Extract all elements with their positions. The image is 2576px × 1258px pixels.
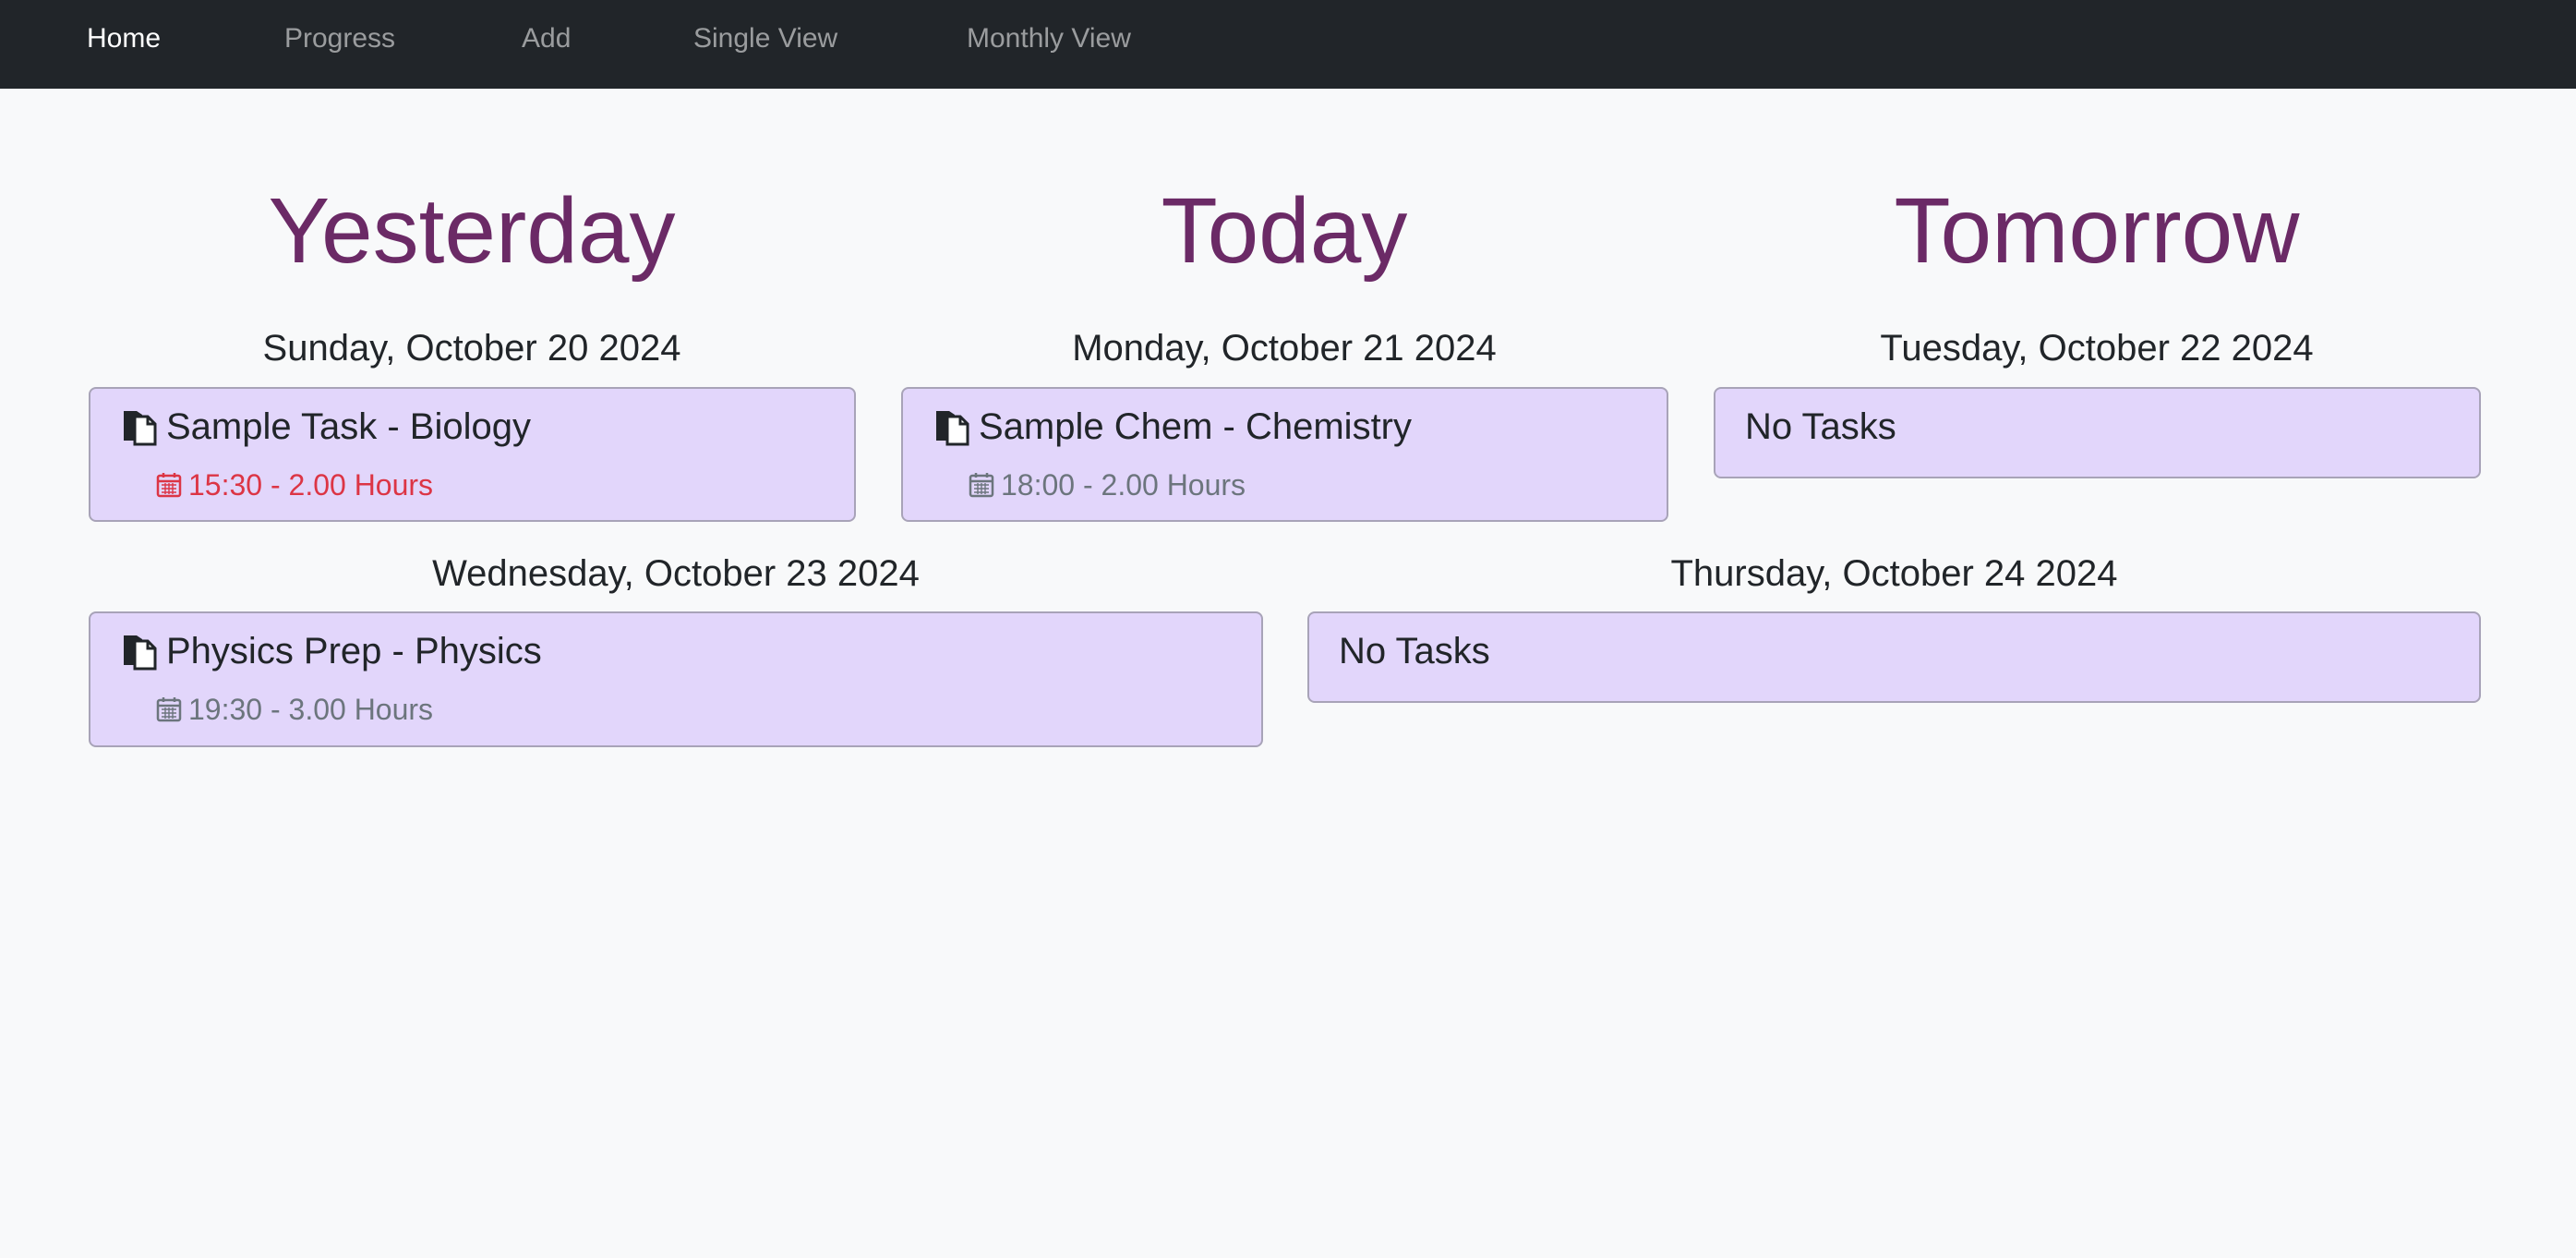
book-icon — [936, 411, 969, 446]
task-time: 15:30 - 2.00 Hours — [155, 466, 433, 503]
nav-add-link[interactable]: Add — [522, 20, 571, 57]
task-card[interactable]: Sample Task - Biology 15:30 - 2.00 Hours — [89, 387, 856, 522]
task-title: Physics Prep - Physics — [120, 628, 542, 674]
task-name: Physics Prep - Physics — [166, 631, 542, 671]
date-title-thursday: Thursday, October 24 2024 — [1670, 553, 2118, 594]
calendar-icon — [156, 473, 182, 498]
nav-progress-link[interactable]: Progress — [284, 20, 395, 57]
today-heading: Today — [1161, 179, 1408, 283]
task-time-text: 15:30 - 2.00 Hours — [188, 468, 434, 502]
task-name: Sample Task - Biology — [166, 406, 531, 447]
task-name: Sample Chem - Chemistry — [979, 406, 1413, 447]
task-time: 18:00 - 2.00 Hours — [968, 466, 1246, 503]
task-time-text: 18:00 - 2.00 Hours — [1001, 468, 1246, 502]
date-title-monday: Monday, October 21 2024 — [1072, 328, 1497, 369]
nav-monthly-view-link[interactable]: Monthly View — [967, 20, 1131, 57]
book-icon — [124, 411, 157, 446]
task-card[interactable]: Physics Prep - Physics 19:30 - 3.00 Hour… — [89, 611, 1263, 747]
calendar-icon — [969, 473, 994, 498]
empty-day-card: No Tasks — [1714, 387, 2481, 478]
task-title: Sample Chem - Chemistry — [933, 404, 1412, 450]
task-time: 19:30 - 3.00 Hours — [155, 691, 433, 728]
nav-home-link[interactable]: Home — [87, 20, 161, 57]
task-time-text: 19:30 - 3.00 Hours — [188, 693, 434, 726]
date-title-tuesday: Tuesday, October 22 2024 — [1880, 328, 2314, 369]
calendar-icon — [156, 697, 182, 722]
empty-day-card: No Tasks — [1307, 611, 2481, 703]
task-card[interactable]: Sample Chem - Chemistry 18:00 - 2.00 Hou… — [901, 387, 1668, 522]
yesterday-heading: Yesterday — [268, 179, 676, 283]
book-icon — [124, 635, 157, 671]
nav-single-view-link[interactable]: Single View — [693, 20, 837, 57]
tomorrow-heading: Tomorrow — [1894, 179, 2300, 283]
top-navbar: Home Progress Add Single View Monthly Vi… — [0, 0, 2576, 89]
no-tasks-text: No Tasks — [1339, 631, 1490, 671]
date-title-wednesday: Wednesday, October 23 2024 — [432, 553, 920, 594]
no-tasks-text: No Tasks — [1745, 406, 1896, 447]
date-title-sunday: Sunday, October 20 2024 — [262, 328, 681, 369]
task-title: Sample Task - Biology — [120, 404, 531, 450]
